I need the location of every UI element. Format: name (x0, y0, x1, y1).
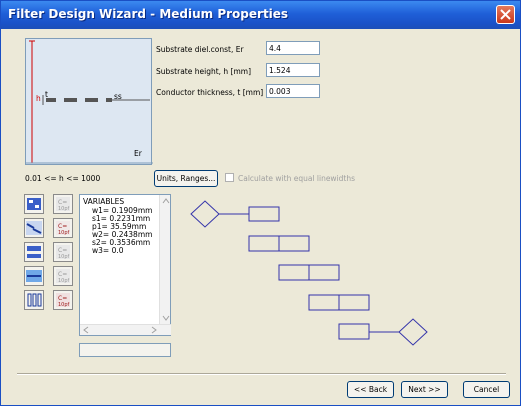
interdigital-icon (27, 293, 42, 307)
capacitor-icon: C=10pf (56, 197, 70, 212)
coupled-line-icon (27, 198, 41, 210)
cancel-button[interactable]: Cancel (463, 381, 510, 398)
microstrip-filter-button-4[interactable] (24, 266, 44, 286)
svg-text:C=: C= (58, 199, 67, 206)
thickness-label: t (45, 90, 48, 99)
microstrip-filter-button-2[interactable] (24, 218, 44, 238)
microstrip-filter-button-5[interactable] (24, 290, 44, 310)
window-title: Filter Design Wizard - Medium Properties (8, 7, 289, 21)
variables-panel[interactable]: VARIABLES w1= 0.1909mm s1= 0.2231mm p1= … (79, 194, 171, 336)
capacitor-icon: C=10pf (56, 221, 70, 236)
lumped-filter-button-4[interactable]: C= 10pf (53, 266, 73, 286)
svg-text:10pf: 10pf (58, 254, 70, 260)
svg-text:10pf: 10pf (58, 278, 70, 284)
microstrip-filter-button-3[interactable] (24, 242, 44, 262)
lumped-filter-button-2[interactable]: C= 10pf (53, 218, 73, 238)
microstrip-filter-button-1[interactable] (24, 194, 44, 214)
conductor-thickness-label: Conductor thickness, t [mm] (156, 88, 264, 97)
scroll-right-icon (151, 326, 157, 334)
capacitor-icon: C=10pf (56, 293, 70, 308)
hairpin-icon (27, 246, 41, 258)
lumped-filter-button-3[interactable]: C= 10pf (53, 242, 73, 262)
svg-text:10pf: 10pf (58, 206, 70, 212)
capacitor-icon: C=10pf (56, 269, 70, 284)
svg-text:C=: C= (58, 271, 67, 278)
er-label: Er (134, 149, 142, 158)
units-ranges-button[interactable]: Units, Ranges... (154, 170, 218, 187)
svg-text:C=: C= (58, 295, 67, 302)
svg-text:C=: C= (58, 223, 67, 230)
substrate-diagram: h t ss Er (25, 38, 153, 165)
status-field (79, 343, 171, 357)
range-text: 0.01 <= h <= 1000 (25, 174, 101, 183)
scroll-down-icon (162, 315, 170, 321)
close-icon (500, 9, 511, 20)
variables-title: VARIABLES (83, 197, 125, 206)
conductor-thickness-field[interactable] (266, 84, 320, 98)
substrate-height-label: Substrate height, h [mm] (156, 67, 252, 76)
vertical-scrollbar[interactable] (159, 195, 170, 325)
capacitor-icon: C=10pf (56, 245, 70, 260)
height-label: h (36, 94, 41, 103)
footer-separator (17, 373, 506, 375)
diel-const-label: Substrate diel.const, Er (156, 45, 244, 54)
stepped-line-icon (26, 221, 42, 235)
variable-line: w3= 0.0 (92, 246, 124, 255)
spacing-label: ss (114, 92, 122, 101)
filter-layout-diagram (190, 200, 428, 346)
svg-text:10pf: 10pf (58, 230, 70, 236)
diel-const-field[interactable] (266, 41, 320, 55)
close-button[interactable] (496, 5, 515, 24)
lumped-filter-button-1[interactable]: C= 10pf (53, 194, 73, 214)
next-button[interactable]: Next >> (401, 381, 448, 398)
back-button[interactable]: << Back (347, 381, 394, 398)
title-bar: Filter Design Wizard - Medium Properties (1, 1, 520, 29)
horizontal-scrollbar[interactable] (80, 324, 171, 335)
equal-linewidths-label: Calculate with equal linewidths (238, 174, 356, 183)
scroll-up-icon (162, 198, 170, 204)
substrate-height-field[interactable] (266, 63, 320, 77)
substrate-diagram-graphic (26, 40, 153, 164)
lumped-filter-button-5[interactable]: C= 10pf (53, 290, 73, 310)
stripline-icon (26, 270, 42, 282)
svg-text:10pf: 10pf (58, 302, 70, 308)
filter-design-wizard-window: Filter Design Wizard - Medium Properties… (0, 0, 521, 406)
svg-text:C=: C= (58, 247, 67, 254)
equal-linewidths-checkbox[interactable] (225, 173, 234, 182)
scroll-left-icon (83, 326, 89, 334)
